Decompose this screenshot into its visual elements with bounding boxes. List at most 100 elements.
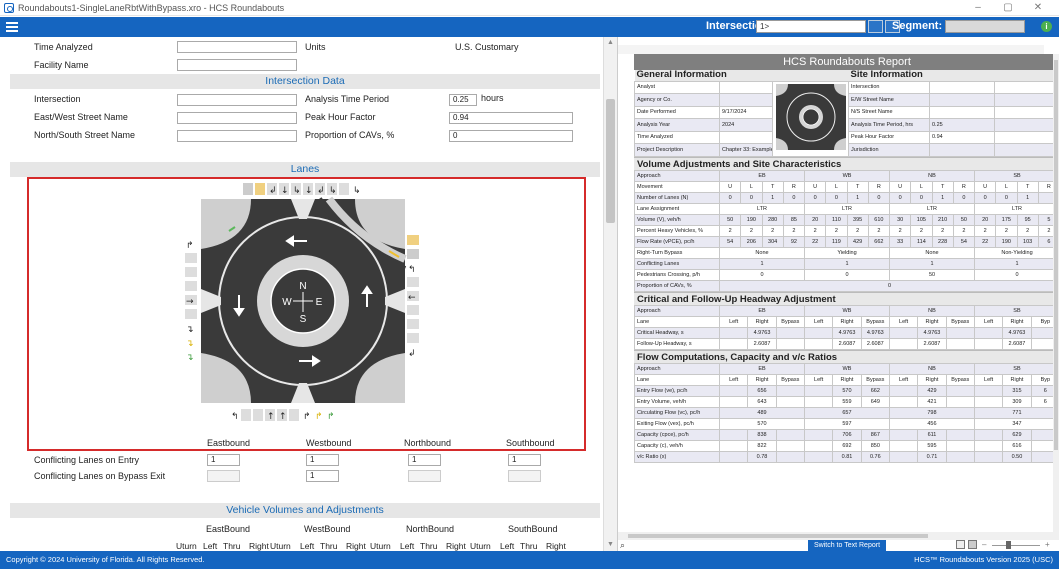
volume-section-header: Volume Adjustments and Site Characterist…: [634, 156, 1059, 170]
report-cell: [718, 384, 749, 397]
conflicting-entry-eb[interactable]: 1: [207, 454, 240, 466]
report-cell: Exiting Flow (vex), pc/h: [634, 417, 720, 430]
movement-header: Right: [346, 541, 366, 551]
report-cell: 0: [973, 191, 997, 204]
report-cell: WB: [803, 304, 890, 317]
report-cell: Peak Hour Factor: [848, 130, 930, 144]
movement-header: Right: [446, 541, 466, 551]
roundabout-diagram[interactable]: N S W E ↲ ↓ ↳ ↓ ↲ ↳ ↳ ↰ ↑ ↑ ↱ ↱ ↱ ↱→↴ ↴↴…: [29, 179, 584, 449]
report-cell: 2024: [719, 118, 773, 132]
report-cell: Approach: [634, 362, 720, 375]
report-cell: [888, 428, 919, 441]
report-cell: 706: [832, 428, 862, 441]
report-cell: [718, 428, 749, 441]
info-icon[interactable]: i: [1041, 21, 1052, 32]
critical-headway-section-header: Critical and Follow-Up Headway Adjustmen…: [634, 291, 1059, 305]
report-cell: 206: [740, 235, 763, 248]
report-cell: 616: [1002, 439, 1032, 452]
report-cell: 4.9763: [860, 326, 890, 339]
prop-cav-input[interactable]: 0: [449, 130, 573, 142]
intersection-input[interactable]: [177, 94, 297, 106]
report-cell: NB: [888, 304, 975, 317]
search-icon[interactable]: ⌕: [620, 540, 625, 551]
intersection-select[interactable]: 1>: [756, 20, 866, 33]
conflicting-bypass-wb[interactable]: 1: [306, 470, 339, 482]
input-panel-scrollbar[interactable]: ▲ ▼: [603, 37, 617, 551]
report-cell: [888, 450, 919, 463]
svg-text:↳: ↳: [293, 186, 301, 196]
report-cell: NB: [889, 169, 975, 182]
analysis-time-input[interactable]: 0.25: [449, 94, 477, 106]
maximize-button[interactable]: ▢: [993, 0, 1023, 16]
report-cell: 838: [747, 428, 777, 441]
conflicting-bypass-nb: [408, 470, 441, 482]
volume-table: Approach EB WB NB SB Movement U L T R U L T R U L T R U L T R…: [634, 169, 1059, 292]
report-vertical-scrollbar[interactable]: [1053, 54, 1059, 532]
ew-street-input[interactable]: [177, 112, 297, 124]
report-cell: 4.9763: [917, 326, 947, 339]
report-cell: 850: [860, 439, 890, 452]
intersection-prev-button[interactable]: [868, 20, 883, 33]
report-cell: Agency or Co.: [634, 93, 720, 107]
single-page-icon[interactable]: [956, 540, 965, 549]
conflicting-entry-sb[interactable]: 1: [508, 454, 541, 466]
report-cell: L: [995, 180, 1018, 193]
report-cell: 867: [860, 428, 890, 441]
scroll-up-arrow-icon[interactable]: ▲: [607, 39, 614, 46]
status-bar: Copyright © 2024 University of Florida. …: [0, 551, 1059, 569]
close-button[interactable]: ✕: [1023, 0, 1053, 16]
ns-street-input[interactable]: [177, 130, 297, 142]
report-cell: 1: [804, 257, 890, 270]
report-cell: 2: [952, 224, 976, 237]
multi-page-icon[interactable]: [968, 540, 977, 549]
report-cell: Lane Assignment: [634, 202, 720, 215]
zoom-in-icon[interactable]: +: [1045, 540, 1050, 549]
report-cell: 309: [1002, 395, 1032, 408]
report-cell: 2.6087: [917, 337, 947, 350]
general-site-table: General Information Site Information Analy…: [634, 70, 1059, 157]
movement-header: Uturn: [370, 541, 391, 551]
minimize-button[interactable]: –: [963, 0, 993, 16]
report-horizontal-scrollbar[interactable]: [618, 532, 1059, 540]
window-titlebar: Roundabouts1-SingleLaneRbtWithBypass.xro…: [0, 0, 1059, 16]
site-info-header: Site Information: [848, 70, 1059, 81]
report-cell: 0: [782, 191, 806, 204]
report-cell: LTR: [804, 202, 890, 215]
report-cell: 2: [867, 224, 891, 237]
report-cell: 2: [931, 224, 954, 237]
segment-select[interactable]: [945, 20, 1025, 33]
zoom-out-icon[interactable]: –: [982, 540, 986, 549]
conflicting-entry-wb[interactable]: 1: [306, 454, 339, 466]
conflicting-entry-nb[interactable]: 1: [408, 454, 441, 466]
scroll-thumb[interactable]: [606, 99, 615, 223]
zoom-slider[interactable]: [992, 545, 1040, 546]
scroll-down-arrow-icon[interactable]: ▼: [607, 541, 614, 548]
report-cell: [775, 326, 805, 339]
report-cell: 662: [860, 384, 890, 397]
peak-hour-factor-input[interactable]: 0.94: [449, 112, 573, 124]
ew-street-label: East/West Street Name: [34, 112, 128, 122]
svg-text:↰: ↰: [408, 265, 416, 275]
southbound-header: Southbound: [506, 438, 555, 448]
report-cell: 1: [931, 191, 954, 204]
report-cell: 228: [931, 235, 954, 248]
compass-s: S: [300, 314, 307, 325]
zoom-slider-thumb[interactable]: [1006, 541, 1011, 549]
report-cell: None: [889, 246, 975, 259]
report-cell: 611: [917, 428, 947, 441]
facility-name-input[interactable]: [177, 59, 297, 71]
report-cell: N/S Street Name: [848, 105, 930, 119]
report-cell: v/c Ratio (x): [634, 450, 720, 463]
report-cell: 0: [995, 191, 1018, 204]
report-cell: Approach: [634, 169, 720, 182]
switch-to-text-report-button[interactable]: Switch to Text Report: [808, 540, 887, 551]
report-cell: U: [973, 180, 997, 193]
hamburger-menu-icon[interactable]: [6, 20, 18, 34]
report-cell: 0: [804, 268, 890, 281]
report-content: HCS Roundabouts Report General Informati…: [634, 54, 1059, 532]
time-analyzed-input[interactable]: [177, 41, 297, 53]
report-cell: Right: [917, 373, 947, 386]
report-cell: Critical Headway, s: [634, 326, 720, 339]
units-value[interactable]: U.S. Customary: [455, 42, 519, 52]
report-cell: Right: [917, 315, 947, 328]
